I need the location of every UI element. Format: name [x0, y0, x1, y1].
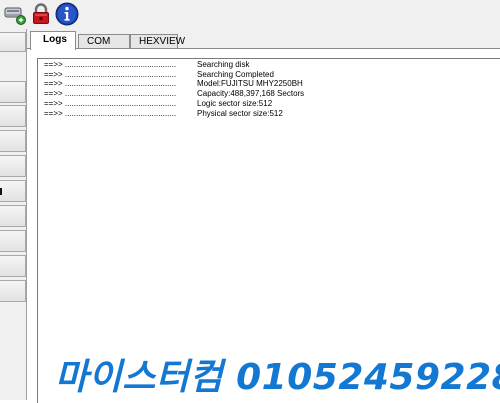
- log-line-text: Physical sector size:512: [197, 108, 283, 118]
- watermark-text: 마이스터컴 01052459228: [55, 357, 500, 398]
- side-button-mark: [0, 188, 2, 195]
- log-panel: ==>> ...................................…: [27, 48, 500, 403]
- side-button[interactable]: [0, 155, 26, 177]
- log-line: ==>> ...................................…: [44, 99, 304, 109]
- tab-strip: Logs COM HEXVIEW: [27, 29, 500, 50]
- side-button[interactable]: [0, 230, 26, 252]
- log-line-prefix: ==>> ...................................…: [44, 60, 177, 69]
- log-line: ==>> ...................................…: [44, 79, 304, 89]
- log-line-prefix: ==>> ...................................…: [44, 79, 177, 89]
- disk-scan-icon[interactable]: [3, 2, 27, 26]
- tab-com[interactable]: COM: [78, 34, 130, 49]
- log-line-prefix: ==>> ...................................…: [44, 98, 177, 108]
- log-line: ==>> ...................................…: [44, 60, 304, 70]
- side-button[interactable]: [0, 81, 26, 103]
- info-icon[interactable]: [55, 2, 79, 26]
- side-button[interactable]: [0, 180, 26, 202]
- toolbar: [0, 0, 500, 29]
- log-line-prefix: ==>> ...................................…: [44, 89, 177, 99]
- log-line-text: Model:FUJITSU MHY2250BH: [197, 79, 303, 89]
- log-line-text: Logic sector size:512: [197, 98, 273, 108]
- side-button[interactable]: [0, 105, 26, 127]
- log-line-text: Searching Completed: [197, 69, 274, 79]
- lock-icon[interactable]: [29, 2, 53, 26]
- log-line-text: Searching disk: [197, 60, 250, 69]
- log-line: ==>> ...................................…: [44, 70, 304, 80]
- log-list: ==>> ...................................…: [44, 60, 304, 118]
- log-line: ==>> ...................................…: [44, 89, 304, 99]
- side-button[interactable]: [0, 205, 26, 227]
- log-line-prefix: ==>> ...................................…: [44, 69, 177, 79]
- tab-hexview[interactable]: HEXVIEW: [130, 34, 185, 49]
- side-button[interactable]: [0, 130, 26, 152]
- log-line-text: Capacity:488,397,168 Sectors: [197, 89, 305, 99]
- tab-logs[interactable]: Logs: [30, 31, 76, 50]
- side-button-panel: [0, 29, 27, 400]
- side-button[interactable]: [0, 255, 26, 277]
- log-line-prefix: ==>> ...................................…: [44, 108, 177, 118]
- log-line: ==>> ...................................…: [44, 109, 304, 119]
- side-button[interactable]: [0, 280, 26, 302]
- side-button[interactable]: [0, 32, 26, 52]
